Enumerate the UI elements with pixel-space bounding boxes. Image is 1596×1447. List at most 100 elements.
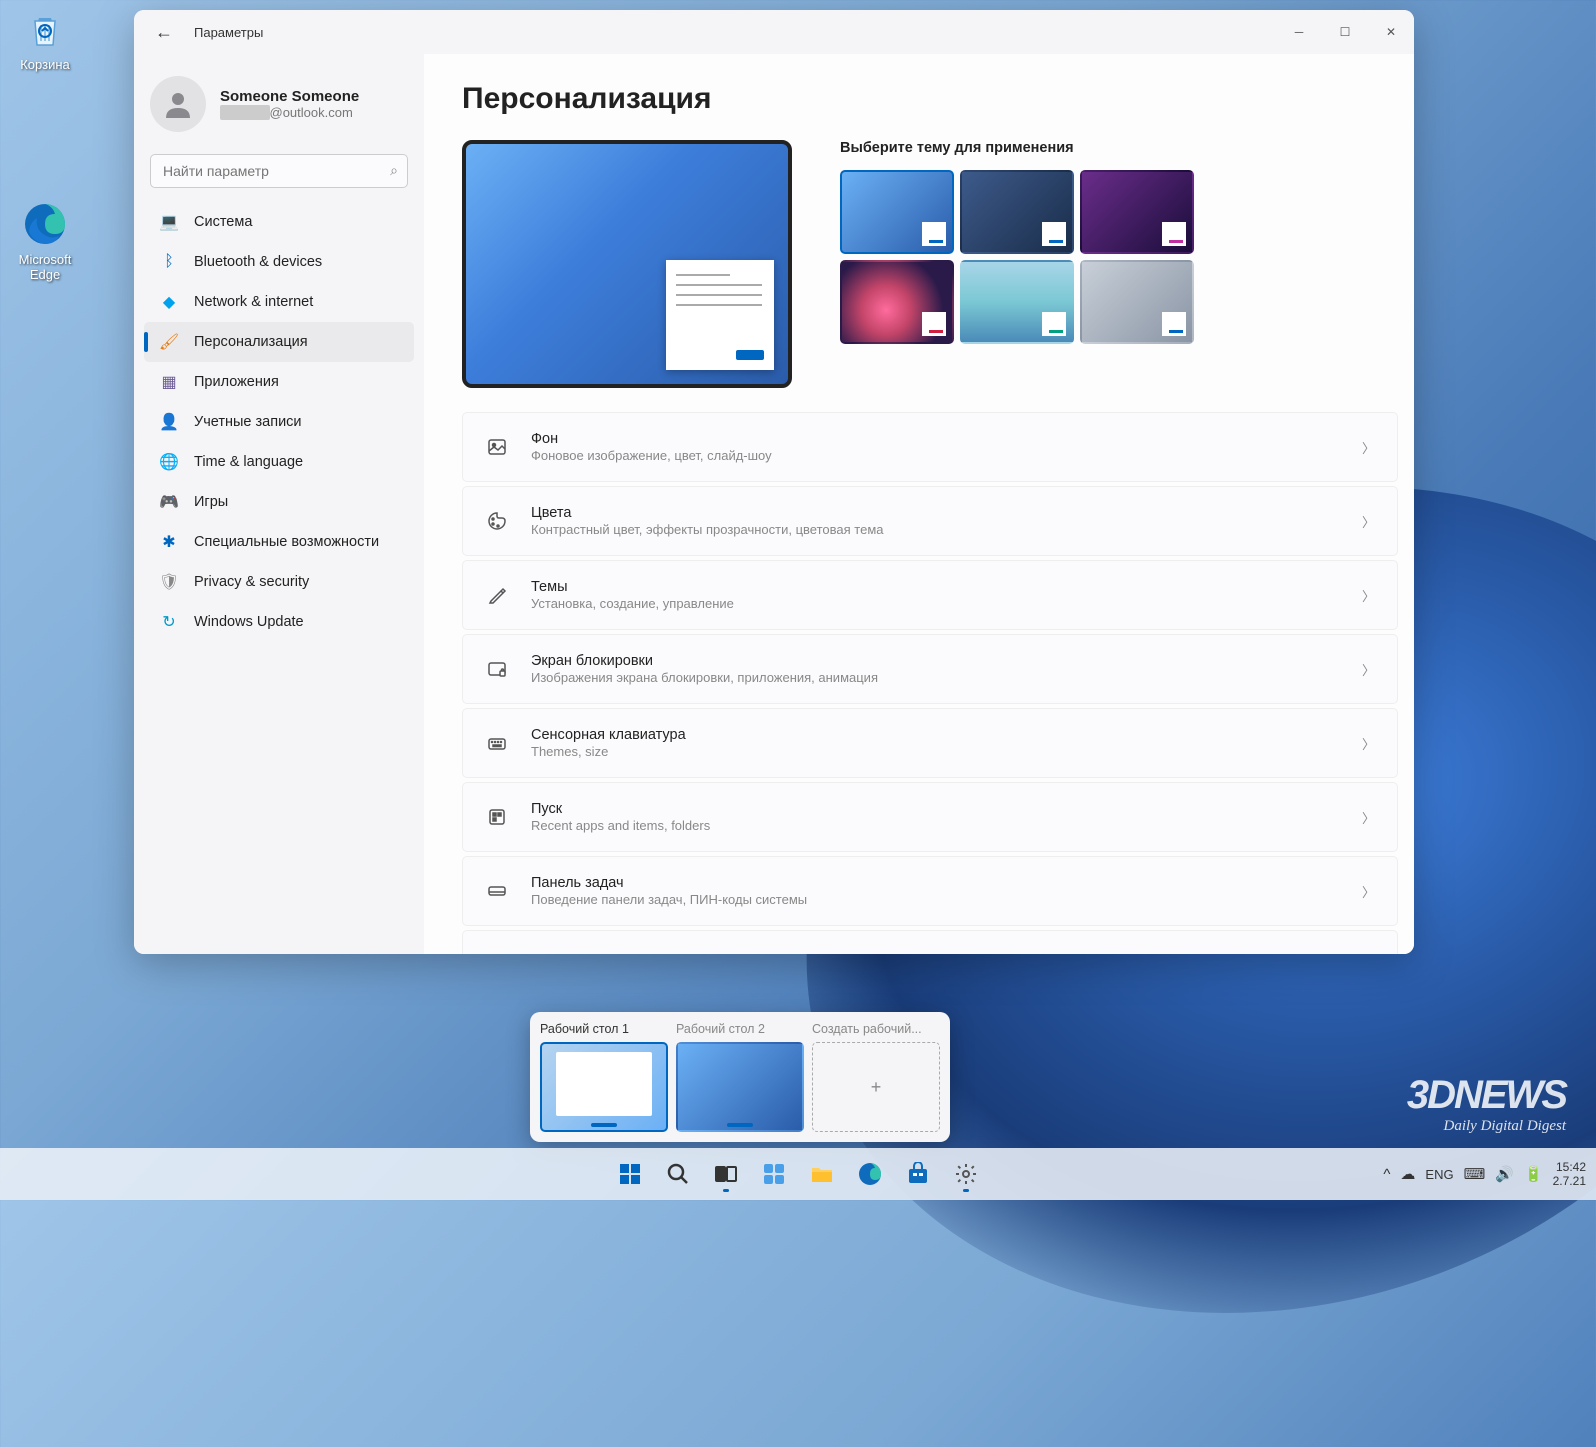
time-icon: 🌐 — [158, 451, 180, 473]
theme-prompt: Выберите тему для применения — [840, 140, 1194, 156]
taskbar-icon — [485, 879, 509, 903]
sidebar-item-label: Учетные записи — [194, 414, 302, 430]
chevron-right-icon: 〉 — [1362, 882, 1375, 901]
volume-icon[interactable]: 🔊 — [1495, 1165, 1514, 1183]
theme-card-light-blue[interactable] — [840, 170, 954, 254]
theme-card-landscape[interactable] — [960, 260, 1074, 344]
user-block[interactable]: Someone Someone xxxxxxx@outlook.com — [140, 68, 418, 150]
plus-icon: + — [812, 1042, 940, 1132]
bluetooth-icon: ᛒ — [158, 251, 180, 273]
settings-item-themes[interactable]: ТемыУстановка, создание, управление〉 — [462, 560, 1398, 630]
sidebar-item-label: Network & internet — [194, 294, 313, 310]
personalization-icon: 🖌 — [158, 331, 180, 353]
apps-icon: ▦ — [158, 371, 180, 393]
sidebar-item-label: Игры — [194, 494, 228, 510]
sidebar-item-label: Bluetooth & devices — [194, 254, 322, 270]
search-box[interactable]: ⌕ — [150, 154, 408, 188]
settings-item-colors[interactable]: ЦветаКонтрастный цвет, эффекты прозрачно… — [462, 486, 1398, 556]
themes-icon — [485, 583, 509, 607]
settings-item-start[interactable]: ПускRecent apps and items, folders〉 — [462, 782, 1398, 852]
widgets-button[interactable] — [754, 1154, 794, 1194]
window-title: Параметры — [194, 25, 263, 40]
onedrive-icon[interactable]: ☁ — [1400, 1165, 1415, 1183]
settings-item-background[interactable]: ФонФоновое изображение, цвет, слайд-шоу〉 — [462, 412, 1398, 482]
start-button[interactable] — [610, 1154, 650, 1194]
settings-item-lockscreen[interactable]: Экран блокировкиИзображения экрана блоки… — [462, 634, 1398, 704]
user-email: xxxxxxx@outlook.com — [220, 105, 359, 120]
sidebar-item-accessibility[interactable]: ✱ Специальные возможности — [144, 522, 414, 562]
system-icon: 💻 — [158, 211, 180, 233]
sidebar-item-update[interactable]: ↻Windows Update — [144, 602, 414, 642]
sidebar-item-apps[interactable]: ▦ Приложения — [144, 362, 414, 402]
search-button[interactable] — [658, 1154, 698, 1194]
search-icon: ⌕ — [390, 162, 398, 179]
sidebar-item-label: Специальные возможности — [194, 534, 379, 550]
systray: ^ ☁ ENG ⌨ 🔊 🔋 15:42 2.7.21 — [1383, 1160, 1586, 1189]
background-icon — [485, 435, 509, 459]
taskview-button[interactable] — [706, 1154, 746, 1194]
sidebar-item-gaming[interactable]: 🎮 Игры — [144, 482, 414, 522]
user-name: Someone Someone — [220, 88, 359, 105]
sidebar-item-system[interactable]: 💻 Система — [144, 202, 414, 242]
taskbar: ^ ☁ ENG ⌨ 🔊 🔋 15:42 2.7.21 — [0, 1148, 1596, 1200]
theme-card-flower[interactable] — [840, 260, 954, 344]
theme-card-gray-wave[interactable] — [1080, 260, 1194, 344]
settings-item-fonts[interactable]: AAШрифты〉 — [462, 930, 1398, 954]
settings-item-taskbar[interactable]: Панель задачПоведение панели задач, ПИН-… — [462, 856, 1398, 926]
settings-window: ← Параметры ─ ☐ ✕ Someone Someone xxxxxx… — [134, 10, 1414, 954]
virtual-desktop-new[interactable]: Создать рабочий... + — [812, 1022, 940, 1132]
sidebar-item-personalization[interactable]: 🖌 Персонализация — [144, 322, 414, 362]
page-title: Персонализация — [462, 82, 1398, 116]
sidebar-item-network[interactable]: ◆ Network & internet — [144, 282, 414, 322]
chevron-right-icon: 〉 — [1362, 438, 1375, 457]
virtual-desktop-2[interactable]: Рабочий стол 2 — [676, 1022, 804, 1132]
recycle-bin-icon — [21, 5, 69, 53]
watermark: 3DNEWS Daily Digital Digest — [1407, 1073, 1566, 1135]
desktop-preview — [462, 140, 792, 388]
settings-button[interactable] — [946, 1154, 986, 1194]
settings-item-touchkb[interactable]: Сенсорная клавиатураThemes, size〉 — [462, 708, 1398, 778]
avatar — [150, 76, 206, 132]
chevron-right-icon: 〉 — [1362, 512, 1375, 531]
sidebar: Someone Someone xxxxxxx@outlook.com ⌕ 💻 С… — [134, 54, 424, 954]
sidebar-item-label: Персонализация — [194, 334, 308, 350]
sidebar-item-accounts[interactable]: 👤 Учетные записи — [144, 402, 414, 442]
minimize-button[interactable]: ─ — [1276, 10, 1322, 54]
desktop-icon-edge[interactable]: Microsoft Edge — [5, 200, 85, 282]
language-indicator[interactable]: ENG — [1425, 1167, 1453, 1182]
edge-label: Microsoft Edge — [19, 252, 72, 282]
theme-card-purple-dark[interactable] — [1080, 170, 1194, 254]
search-input[interactable] — [150, 154, 408, 188]
close-button[interactable]: ✕ — [1368, 10, 1414, 54]
back-button[interactable]: ← — [148, 16, 180, 48]
maximize-button[interactable]: ☐ — [1322, 10, 1368, 54]
sidebar-item-bluetooth[interactable]: ᛒ Bluetooth & devices — [144, 242, 414, 282]
titlebar: ← Параметры ─ ☐ ✕ — [134, 10, 1414, 54]
chevron-right-icon: 〉 — [1362, 734, 1375, 753]
lockscreen-icon — [485, 657, 509, 681]
store-button[interactable] — [898, 1154, 938, 1194]
theme-card-dark-blue[interactable] — [960, 170, 1074, 254]
battery-icon[interactable]: 🔋 — [1524, 1165, 1543, 1183]
gaming-icon: 🎮 — [158, 491, 180, 513]
tray-chevron-icon[interactable]: ^ — [1383, 1166, 1390, 1183]
keyboard-icon[interactable]: ⌨ — [1464, 1165, 1486, 1183]
sidebar-item-time[interactable]: 🌐Time & language — [144, 442, 414, 482]
network-icon: ◆ — [158, 291, 180, 313]
fonts-icon: AA — [485, 953, 509, 954]
edge-icon — [21, 200, 69, 248]
sidebar-item-label: Приложения — [194, 374, 279, 390]
sidebar-item-label: Система — [194, 214, 252, 230]
update-icon: ↻ — [158, 611, 180, 633]
explorer-button[interactable] — [802, 1154, 842, 1194]
clock[interactable]: 15:42 2.7.21 — [1553, 1160, 1586, 1189]
edge-button[interactable] — [850, 1154, 890, 1194]
accounts-icon: 👤 — [158, 411, 180, 433]
chevron-right-icon: 〉 — [1362, 660, 1375, 679]
chevron-right-icon: 〉 — [1362, 808, 1375, 827]
desktop-icon-recycle-bin[interactable]: Корзина — [5, 5, 85, 72]
task-view-popup: Рабочий стол 1 Рабочий стол 2 Создать ра… — [530, 1012, 950, 1142]
accessibility-icon: ✱ — [158, 531, 180, 553]
virtual-desktop-1[interactable]: Рабочий стол 1 — [540, 1022, 668, 1132]
sidebar-item-privacy[interactable]: 🛡Privacy & security — [144, 562, 414, 602]
